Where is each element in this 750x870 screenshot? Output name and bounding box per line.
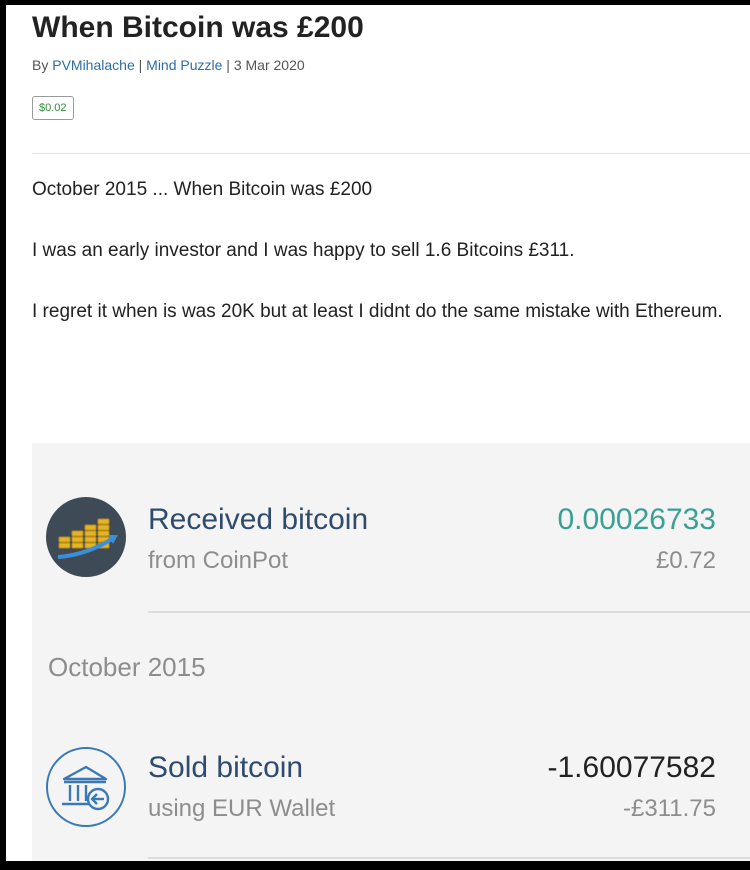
byline-separator: | <box>134 57 147 73</box>
paragraph: I regret it when is was 20K but at least… <box>32 301 723 322</box>
byline-separator: | <box>222 57 234 73</box>
tx-subtitle: from CoinPot <box>148 547 289 574</box>
payout-badge[interactable]: $0.02 <box>32 96 74 120</box>
by-prefix: By <box>32 57 53 73</box>
post-date: 3 Mar 2020 <box>233 57 305 73</box>
tx-subtitle: using EUR Wallet <box>148 795 336 822</box>
post-title: When Bitcoin was £200 <box>32 11 364 44</box>
tx-fiat-value: £0.72 <box>655 547 716 574</box>
article-page: When Bitcoin was £200 By PVMihalache | M… <box>6 5 750 861</box>
coins-chart-icon <box>46 497 126 577</box>
post-body: October 2015 ... When Bitcoin was £200 I… <box>32 174 732 357</box>
paragraph: October 2015 ... When Bitcoin was £200 <box>32 179 373 200</box>
tx-title: Sold bitcoin <box>148 751 304 784</box>
tx-divider <box>148 857 750 859</box>
byline: By PVMihalache | Mind Puzzle | 3 Mar 202… <box>32 57 305 73</box>
community-link[interactable]: Mind Puzzle <box>146 57 222 73</box>
tx-divider <box>148 611 750 613</box>
header-divider <box>32 153 750 154</box>
paragraph: I was an early investor and I was happy … <box>32 240 575 261</box>
wallet-screenshot: Received bitcoin from CoinPot 0.00026733… <box>32 443 750 861</box>
tx-fiat-value: -£311.75 <box>623 795 716 822</box>
tx-amount: -1.60077582 <box>547 751 717 784</box>
month-header: October 2015 <box>48 652 206 682</box>
bank-icon <box>46 747 126 827</box>
tx-amount: 0.00026733 <box>557 503 717 536</box>
tx-title: Received bitcoin <box>148 503 369 536</box>
author-link[interactable]: PVMihalache <box>52 57 135 73</box>
